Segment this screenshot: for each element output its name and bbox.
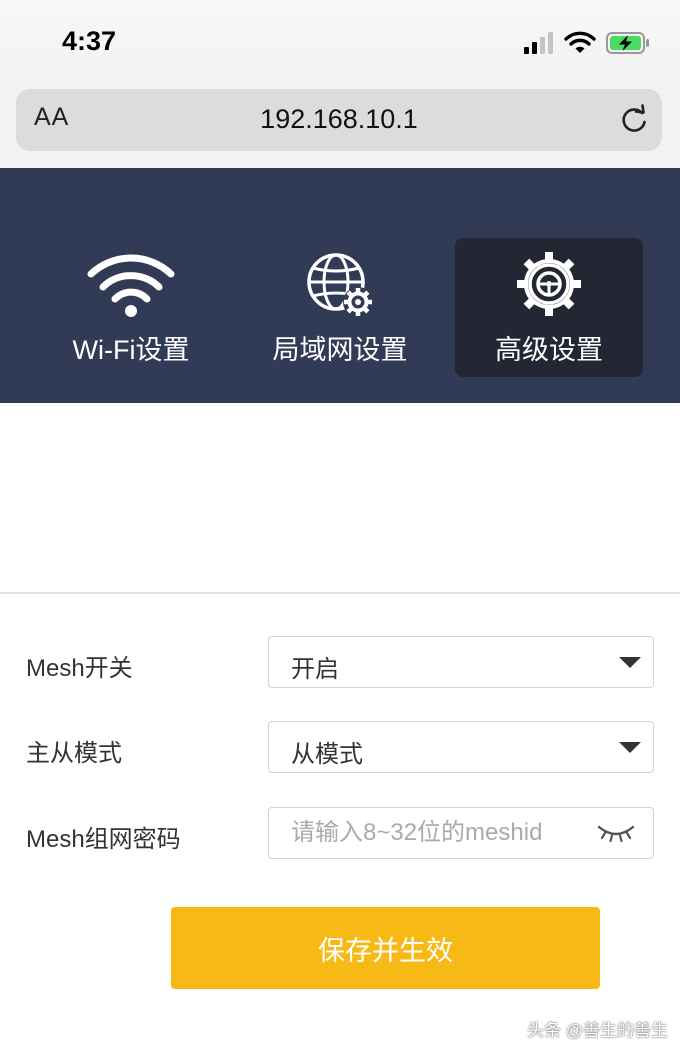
tab-wifi-settings[interactable]: Wi-Fi设置 (37, 238, 225, 377)
url-text: 192.168.10.1 (260, 104, 418, 134)
mode-select[interactable]: 从模式 (268, 721, 654, 773)
eye-closed-icon[interactable] (596, 821, 636, 845)
reload-icon[interactable] (618, 104, 650, 136)
status-time: 4:37 (62, 26, 117, 56)
mesh-password-row: Mesh组网密码 (0, 807, 680, 859)
wifi-icon (564, 31, 596, 53)
caret-down-icon (619, 657, 641, 668)
signal-icon (524, 32, 554, 54)
tab-label: 局域网设置 (272, 335, 408, 365)
globe-gear-icon (307, 253, 373, 317)
save-apply-button[interactable]: 保存并生效 (171, 907, 600, 989)
status-bar: 4:37 (0, 0, 680, 86)
settings-gear-icon (517, 252, 581, 316)
url-field[interactable]: AA 192.168.10.1 (16, 89, 662, 151)
battery-charging-icon (606, 32, 649, 54)
mesh-switch-value: 开启 (291, 656, 339, 683)
router-admin-page: 4:37 AA 192.168.10.1 Wi-Fi设置 局域网设置 高级设置 … (0, 0, 680, 1051)
mode-row: 主从模式 从模式 (0, 721, 680, 773)
nav-header: Wi-Fi设置 局域网设置 高级设置 (0, 168, 680, 403)
mesh-switch-row: Mesh开关 开启 (0, 636, 680, 688)
mode-label: 主从模式 (26, 740, 122, 767)
mesh-switch-select[interactable]: 开启 (268, 636, 654, 688)
status-icons (524, 26, 650, 60)
tab-advanced-settings[interactable]: 高级设置 (455, 238, 643, 377)
wifi-icon (87, 254, 175, 317)
tab-label: Wi-Fi设置 (72, 335, 190, 365)
section-divider (0, 592, 680, 594)
tab-label: 高级设置 (495, 335, 603, 365)
mode-value: 从模式 (291, 741, 363, 768)
mesh-password-label: Mesh组网密码 (26, 826, 181, 853)
mesh-switch-label: Mesh开关 (26, 655, 133, 682)
tab-lan-settings[interactable]: 局域网设置 (246, 238, 434, 377)
watermark: 头条 @善生的善生 (527, 1021, 668, 1040)
caret-down-icon (619, 742, 641, 753)
browser-address-bar: AA 192.168.10.1 (0, 86, 680, 168)
